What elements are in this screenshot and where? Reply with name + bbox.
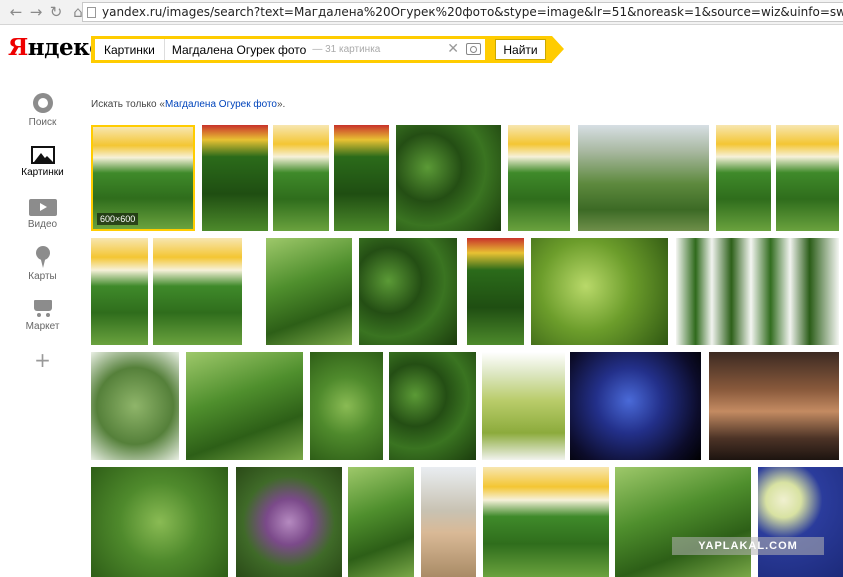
image-thumbnail[interactable] (91, 238, 148, 345)
sidebar-item-label: Карты (28, 271, 57, 282)
search-icon (31, 92, 55, 114)
yandex-logo[interactable]: Яндекс (8, 34, 103, 61)
image-thumbnail[interactable] (348, 467, 414, 577)
search-button[interactable]: Найти (495, 39, 546, 60)
search-query: Магдалена Огурек фото (171, 42, 307, 57)
image-thumbnail[interactable] (310, 352, 383, 460)
cart-icon (31, 296, 55, 318)
image-thumbnail[interactable] (273, 125, 329, 231)
sidebar-more-button[interactable]: + (0, 350, 85, 372)
image-thumbnail[interactable] (186, 352, 303, 460)
sidebar-item-label: Картинки (21, 167, 64, 178)
image-thumbnail[interactable] (266, 238, 352, 345)
result-count-hint: — 31 картинка (312, 44, 381, 55)
image-thumbnail[interactable] (236, 467, 342, 577)
sidebar-item-video[interactable]: Видео (0, 196, 85, 230)
suggestion-suffix: ». (276, 99, 286, 110)
reload-icon[interactable]: ↻ (46, 2, 66, 22)
back-arrow-icon[interactable]: ← (6, 2, 26, 22)
search-exact-suggestion: Искать только «Магдалена Огурек фото». (91, 99, 285, 110)
clear-icon[interactable]: ✕ (447, 42, 459, 56)
browser-toolbar: ← → ↻ ⌂ yandex.ru/images/search?text=Маг… (0, 0, 843, 25)
search-input[interactable]: Картинки Магдалена Огурек фото — 31 карт… (95, 39, 485, 60)
image-thumbnail[interactable] (676, 238, 839, 345)
sidebar-item-maps[interactable]: Карты (0, 246, 85, 282)
address-bar[interactable]: yandex.ru/images/search?text=Магдалена%2… (82, 2, 843, 22)
search-arrow-decoration (552, 36, 564, 62)
search-scope-tag[interactable]: Картинки (95, 39, 165, 60)
image-thumbnail[interactable] (570, 352, 701, 460)
plus-icon: + (34, 348, 51, 372)
exact-query-link[interactable]: Магдалена Огурек фото (165, 99, 277, 110)
forward-arrow-icon[interactable]: → (26, 2, 46, 22)
image-thumbnail[interactable] (334, 125, 389, 231)
image-thumbnail[interactable] (758, 467, 843, 577)
image-thumbnail[interactable] (483, 467, 609, 577)
image-thumbnail[interactable] (153, 238, 242, 345)
url-text: yandex.ru/images/search?text=Магдалена%2… (102, 5, 843, 19)
images-icon (30, 146, 55, 164)
image-thumbnail[interactable] (615, 467, 751, 577)
sidebar-item-images[interactable]: Картинки (0, 144, 85, 178)
image-thumbnail[interactable] (467, 238, 524, 345)
camera-icon[interactable] (466, 43, 481, 55)
image-thumbnail[interactable] (389, 352, 476, 460)
image-thumbnail[interactable] (202, 125, 268, 231)
sidebar-item-search[interactable]: Поиск (0, 92, 85, 128)
search-bar: Картинки Магдалена Огурек фото — 31 карт… (91, 36, 552, 63)
page-icon (87, 6, 96, 18)
image-thumbnail[interactable] (396, 125, 501, 231)
sidebar-item-market[interactable]: Маркет (0, 296, 85, 332)
image-thumbnail[interactable] (359, 238, 457, 345)
suggestion-prefix: Искать только « (91, 99, 165, 110)
image-thumbnail[interactable] (508, 125, 570, 231)
image-thumbnail[interactable] (91, 352, 179, 460)
image-thumbnail[interactable] (421, 467, 476, 577)
video-icon (28, 199, 57, 216)
sidebar-item-label: Поиск (28, 117, 57, 128)
sidebar-item-label: Видео (27, 219, 58, 230)
image-thumbnail[interactable] (578, 125, 709, 231)
watermark: YAPLAKAL.COM (672, 537, 824, 555)
image-thumbnail[interactable] (716, 125, 771, 231)
image-size-badge: 600×600 (97, 213, 139, 225)
image-thumbnail[interactable]: 600×600 (91, 125, 195, 231)
maps-pin-icon (31, 246, 55, 268)
image-thumbnail[interactable] (482, 352, 565, 460)
sidebar-item-label: Маркет (25, 321, 60, 332)
image-thumbnail[interactable] (531, 238, 668, 345)
image-thumbnail[interactable] (709, 352, 839, 460)
image-thumbnail[interactable] (776, 125, 839, 231)
image-thumbnail[interactable] (91, 467, 228, 577)
logo-letter: Я (8, 34, 28, 61)
